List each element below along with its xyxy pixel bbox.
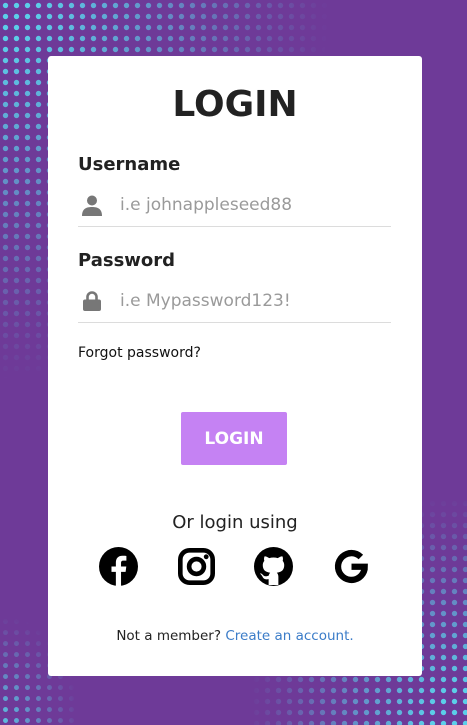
password-label: Password (78, 250, 176, 271)
login-title: LOGIN (172, 84, 298, 125)
create-account-link[interactable]: Create an account. (225, 628, 353, 644)
alt-login-text: Or login using (172, 512, 298, 533)
google-icon[interactable] (331, 546, 371, 586)
facebook-icon[interactable] (98, 546, 138, 586)
forgot-password-link[interactable]: Forgot password? (78, 345, 201, 361)
signup-prompt: Not a member? Create an account. (48, 628, 422, 644)
user-icon (80, 193, 104, 217)
username-field (78, 184, 391, 227)
github-icon[interactable] (253, 546, 293, 586)
password-field (78, 280, 391, 323)
username-input[interactable] (120, 195, 380, 215)
social-login-row (48, 546, 422, 586)
signup-prompt-text: Not a member? (116, 628, 222, 644)
lock-icon (80, 289, 104, 313)
login-button[interactable]: LOGIN (181, 412, 287, 465)
username-label: Username (78, 154, 181, 175)
instagram-icon[interactable] (176, 546, 216, 586)
login-card: LOGIN Username Password Forgot password?… (48, 56, 422, 676)
password-input[interactable] (120, 291, 380, 311)
